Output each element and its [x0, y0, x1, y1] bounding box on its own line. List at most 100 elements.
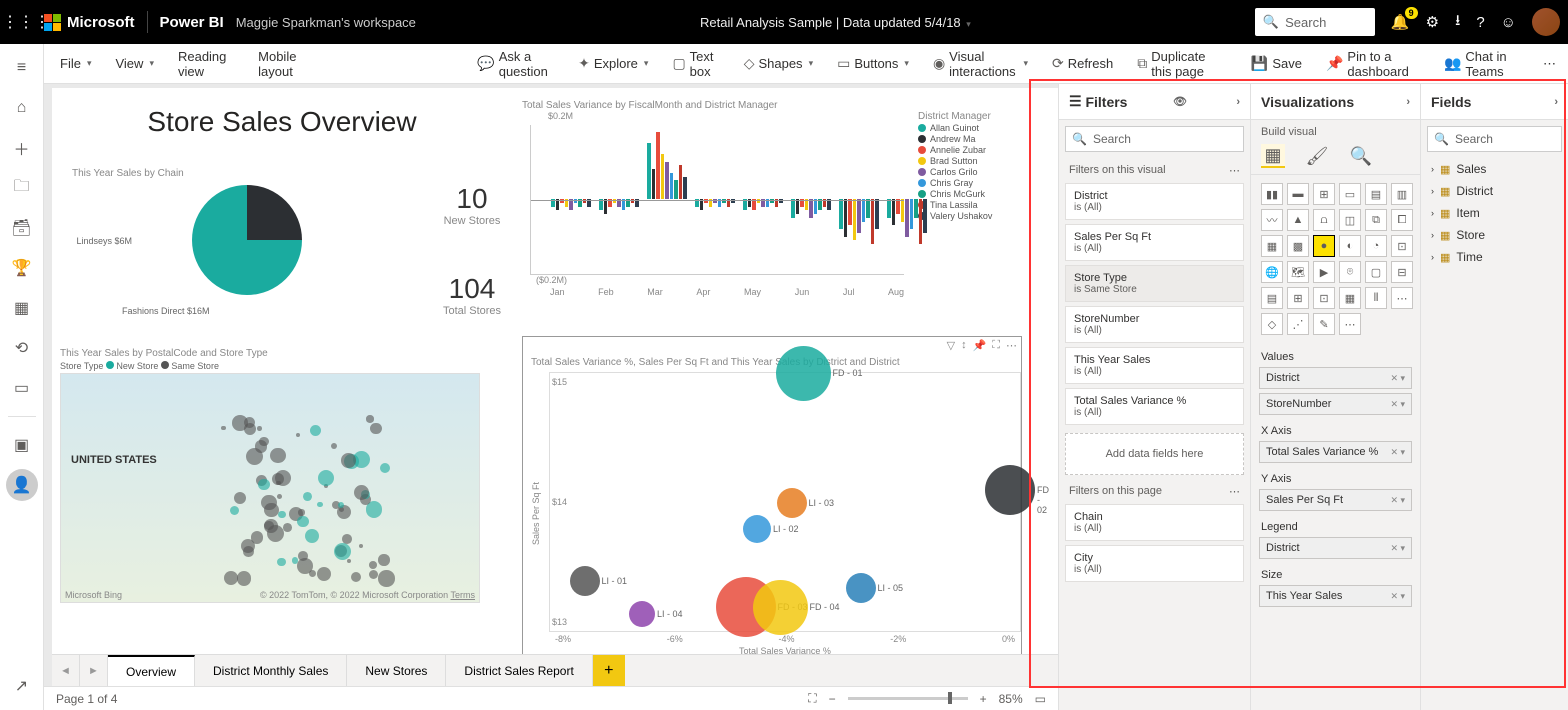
ask-question-button[interactable]: 💬Ask a question [465, 44, 566, 83]
help-icon[interactable]: ? [1476, 14, 1484, 31]
viz-type-chip[interactable]: ● [1313, 235, 1335, 257]
reading-view-button[interactable]: Reading view [166, 44, 246, 83]
report-canvas[interactable]: Store Sales Overview This Year Sales by … [52, 88, 1058, 654]
learn-icon[interactable]: ▭ [6, 372, 38, 404]
viz-type-chip[interactable]: ◔ [1365, 235, 1387, 257]
filter-card[interactable]: Cityis (All) [1065, 545, 1244, 582]
tab-next-icon[interactable]: ► [80, 655, 108, 686]
viz-type-chip[interactable]: ⧠ [1391, 209, 1413, 231]
zoom-slider[interactable] [848, 697, 968, 700]
viz-type-chip[interactable]: ⊞ [1287, 287, 1309, 309]
explore-menu[interactable]: ✦Explore▾ [566, 44, 660, 83]
chat-teams-button[interactable]: 👥Chat in Teams [1432, 44, 1531, 83]
visual-header-actions[interactable]: ▽ ↕ 📌 ⛶ ⋯ [947, 339, 1017, 352]
filters-collapse-icon[interactable]: › [1236, 96, 1240, 108]
viz-type-chip[interactable]: 🌐 [1261, 261, 1283, 283]
pin-visual-icon[interactable]: 📌 [973, 339, 987, 352]
map-terms-link[interactable]: Terms [451, 590, 476, 600]
feedback-icon[interactable]: ☺ [1501, 14, 1516, 31]
viz-type-chip[interactable]: ◐ [1339, 235, 1361, 257]
filter-icon[interactable]: ▽ [947, 339, 955, 352]
viz-type-chip[interactable]: ▦ [1261, 235, 1283, 257]
viz-type-chip[interactable]: ⋰ [1287, 313, 1309, 335]
viz-type-chip[interactable]: ⋯ [1391, 287, 1413, 309]
viz-type-chip[interactable]: ◫ [1339, 209, 1361, 231]
filter-card[interactable]: Sales Per Sq Ftis (All) [1065, 224, 1244, 261]
viz-type-chip[interactable]: ⩍ [1313, 209, 1335, 231]
viz-type-chip[interactable]: ⫴ [1365, 287, 1387, 309]
zoom-out-icon[interactable]: − [829, 692, 836, 706]
notifications-icon[interactable]: 🔔9 [1391, 13, 1410, 31]
field-table[interactable]: ›▦Sales [1421, 158, 1568, 180]
viz-type-chip[interactable]: ⊞ [1313, 183, 1335, 205]
analytics-tab[interactable]: 🔍 [1349, 144, 1373, 168]
pie-chart[interactable] [192, 185, 302, 295]
add-page-button[interactable]: + [593, 655, 625, 686]
viz-type-chip[interactable]: ⧉ [1365, 209, 1387, 231]
filter-card[interactable]: StoreNumberis (All) [1065, 306, 1244, 343]
well-yaxis[interactable]: Sales Per Sq Ft✕ ▾ [1259, 489, 1412, 511]
viz-collapse-icon[interactable]: › [1406, 96, 1410, 108]
tab-district-sales[interactable]: District Sales Report [446, 655, 592, 686]
viz-type-chip[interactable]: ▥ [1391, 183, 1413, 205]
well-legend[interactable]: District✕ ▾ [1259, 537, 1412, 559]
filter-card[interactable]: Districtis (All) [1065, 183, 1244, 220]
visual-interactions-menu[interactable]: ◉Visual interactions▾ [921, 44, 1040, 83]
more-options-icon[interactable]: ⋯ [1006, 339, 1017, 352]
field-table[interactable]: ›▦Item [1421, 202, 1568, 224]
drill-icon[interactable]: ↕ [961, 339, 967, 352]
workspaces-icon[interactable]: ▣ [6, 429, 38, 461]
settings-icon[interactable]: ⚙ [1426, 13, 1439, 31]
visualization-picker[interactable]: ▮▮▬⊞▭▤▥〰▲⩍◫⧉⧠▦▩●◐◔⊡🌐🗺▶⌾▢⊟▤⊞⊡▦⫴⋯◇⋰✎⋯ [1251, 175, 1420, 343]
data-hub-icon[interactable]: 🗃 [6, 212, 38, 244]
tab-district-monthly[interactable]: District Monthly Sales [195, 655, 347, 686]
global-search[interactable]: 🔍 Search [1255, 8, 1375, 36]
viz-type-chip[interactable]: ◇ [1261, 313, 1283, 335]
map-visual[interactable]: UNITED STATES Microsoft Bing © 2022 TomT… [60, 373, 480, 603]
scatter-chart[interactable]: $15 $14 $13 FD - 01FD - 02FD - 03FD - 04… [549, 372, 1021, 632]
my-workspace-icon[interactable]: 👤 [6, 469, 38, 501]
filter-card[interactable]: This Year Salesis (All) [1065, 347, 1244, 384]
viz-type-chip[interactable]: ▬ [1287, 183, 1309, 205]
viz-type-chip[interactable]: ▲ [1287, 209, 1309, 231]
field-table[interactable]: ›▦Time [1421, 246, 1568, 268]
zoom-in-icon[interactable]: + [980, 692, 987, 706]
duplicate-page-button[interactable]: ⧉Duplicate this page [1125, 44, 1239, 83]
mobile-layout-button[interactable]: Mobile layout [246, 44, 325, 83]
well-xaxis[interactable]: Total Sales Variance %✕ ▾ [1259, 441, 1412, 463]
viz-type-chip[interactable]: ⋯ [1339, 313, 1361, 335]
tab-new-stores[interactable]: New Stores [347, 655, 446, 686]
filter-card[interactable]: Total Sales Variance %is (All) [1065, 388, 1244, 425]
build-visual-tab[interactable]: ▦ [1261, 144, 1285, 168]
viz-type-chip[interactable]: ⊡ [1391, 235, 1413, 257]
viz-type-chip[interactable]: 〰 [1261, 209, 1283, 231]
viz-type-chip[interactable]: 🗺 [1287, 261, 1309, 283]
browse-icon[interactable]: 🗀 [6, 172, 38, 204]
focus-mode-icon[interactable]: ⛶ [992, 339, 1000, 352]
viz-type-chip[interactable]: ▭ [1339, 183, 1361, 205]
app-launcher-icon[interactable]: ⋮⋮⋮ [8, 12, 44, 32]
viz-type-chip[interactable]: ⊡ [1313, 287, 1335, 309]
filters-search[interactable]: 🔍 Search [1065, 126, 1244, 152]
metrics-icon[interactable]: 🏆 [6, 252, 38, 284]
filter-card[interactable]: Store Typeis Same Store [1065, 265, 1244, 302]
viz-type-chip[interactable]: ▦ [1339, 287, 1361, 309]
tab-prev-icon[interactable]: ◄ [52, 655, 80, 686]
section-more-icon[interactable]: ⋯ [1229, 485, 1240, 498]
refresh-button[interactable]: ⟳Refresh [1040, 44, 1125, 83]
hamburger-icon[interactable]: ≡ [6, 52, 38, 84]
format-visual-tab[interactable]: 🖌 [1305, 144, 1329, 168]
fit-page-icon[interactable]: ⛶ [808, 691, 816, 706]
tab-overview[interactable]: Overview [108, 655, 195, 686]
save-button[interactable]: 💾Save [1239, 44, 1314, 83]
filter-card[interactable]: Chainis (All) [1065, 504, 1244, 541]
well-values-district[interactable]: District✕ ▾ [1259, 367, 1412, 389]
fit-width-icon[interactable]: ▭ [1035, 692, 1046, 706]
textbox-button[interactable]: ▢Text box [660, 44, 731, 83]
section-more-icon[interactable]: ⋯ [1229, 164, 1240, 177]
field-table[interactable]: ›▦District [1421, 180, 1568, 202]
user-avatar[interactable] [1532, 8, 1560, 36]
fields-search[interactable]: 🔍 Search [1427, 126, 1562, 152]
buttons-menu[interactable]: ▭Buttons▾ [825, 44, 921, 83]
viz-type-chip[interactable]: ▤ [1261, 287, 1283, 309]
